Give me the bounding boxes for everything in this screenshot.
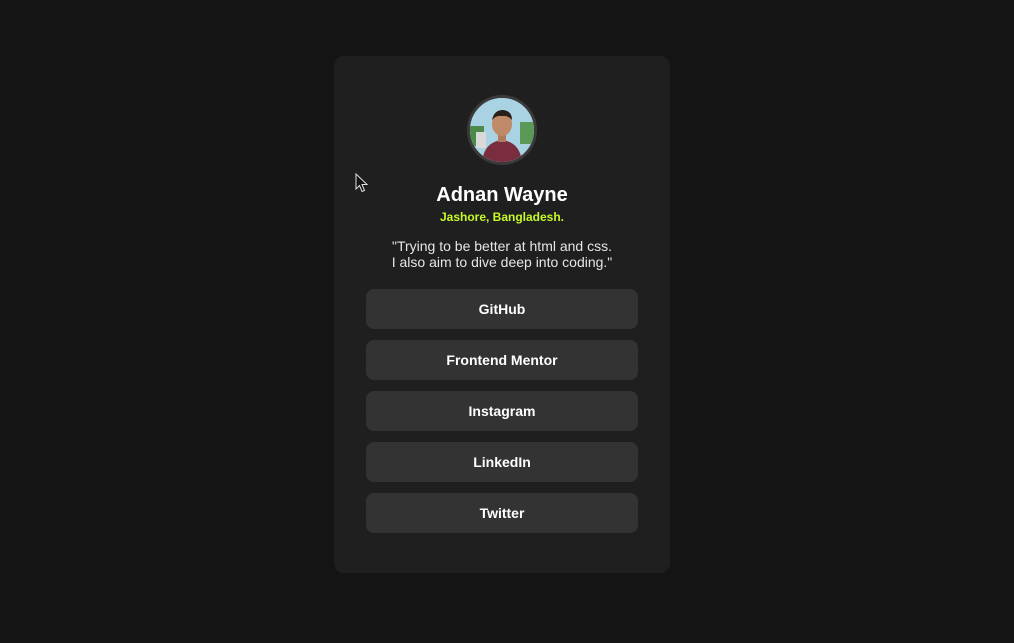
linkedin-link-button[interactable]: LinkedIn [366,442,638,482]
frontend-mentor-link-button[interactable]: Frontend Mentor [366,340,638,380]
profile-location: Jashore, Bangladesh. [439,210,565,224]
twitter-link-button[interactable]: Twitter [366,493,638,533]
instagram-link-button[interactable]: Instagram [366,391,638,431]
bio-line-1: "Trying to be better at html and css. [392,238,612,254]
profile-bio: "Trying to be better at html and css. I … [334,238,670,270]
profile-card: Adnan Wayne Jashore, Bangladesh. "Trying… [334,56,670,573]
github-link-button[interactable]: GitHub [366,289,638,329]
bio-line-2: I also aim to dive deep into coding." [391,254,613,270]
avatar [467,95,537,165]
mouse-cursor-icon [355,173,369,193]
profile-photo-icon [470,98,534,162]
social-links: GitHub Frontend Mentor Instagram LinkedI… [366,289,638,533]
profile-name: Adnan Wayne [436,184,568,206]
